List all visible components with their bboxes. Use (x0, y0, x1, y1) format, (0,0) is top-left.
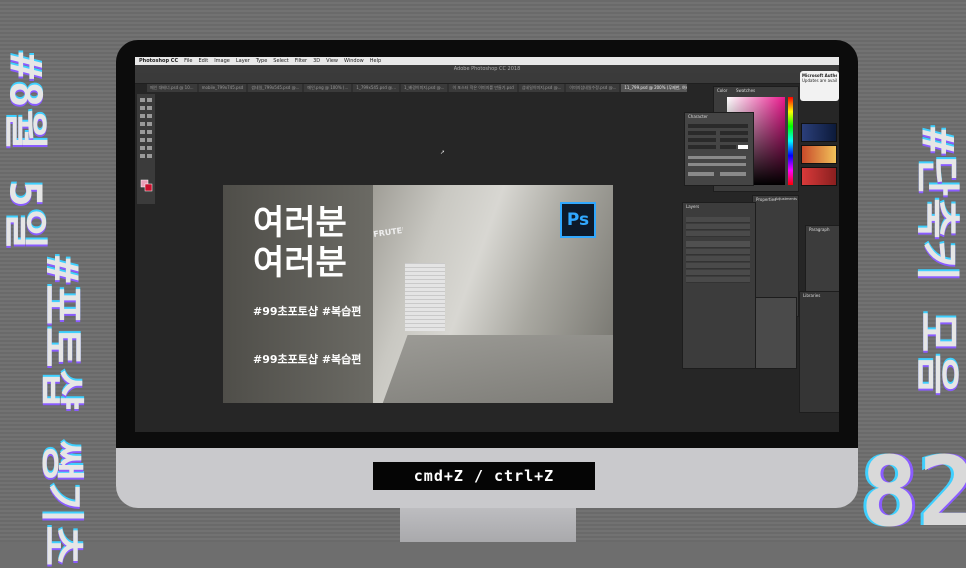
overlay-hashtag-basics: #포토샵 쌩기초 (35, 256, 87, 568)
document-tab[interactable]: mobile_799x745.psd (198, 84, 247, 92)
screen: Photoshop CC File Edit Image Layer Type … (135, 57, 839, 432)
canvas-sign: FRUTERIA (373, 225, 403, 237)
canvas-tag: #99초포토샵 #복습편 (253, 305, 362, 318)
properties-fields[interactable] (753, 297, 797, 369)
overlay-hashtag-date: #8월 5일 (0, 52, 51, 252)
menu-item-file[interactable]: File (184, 58, 192, 64)
layer-row[interactable] (686, 263, 750, 269)
layer-row[interactable] (686, 224, 750, 230)
document-tab[interactable]: 섬네일이미지.psd @... (518, 84, 565, 92)
menu-item-type[interactable]: Type (256, 58, 267, 64)
overlay-episode-number: 82 (860, 436, 966, 548)
menu-item-app[interactable]: Photoshop CC (139, 58, 178, 64)
menu-item-select[interactable]: Select (273, 58, 288, 64)
canvas-headline-line: 여러분 (253, 203, 347, 243)
menu-item-edit[interactable]: Edit (199, 58, 209, 64)
canvas-headline: 여러분 여러분 (253, 203, 347, 283)
document-tab[interactable]: 썸네일_799x545.psd @... (248, 84, 303, 92)
thumbnail[interactable] (801, 145, 837, 164)
desktop-thumbnails (801, 123, 837, 189)
hue-slider[interactable] (788, 97, 793, 185)
tools-panel[interactable] (137, 94, 155, 204)
canvas-headline-line: 여러분 (253, 243, 347, 283)
canvas-door (405, 263, 445, 331)
layer-row[interactable] (686, 256, 750, 262)
document-tab[interactable]: 메인 대배너.psd @ 10... (147, 84, 197, 92)
layer-row[interactable] (686, 217, 750, 223)
menu-item-filter[interactable]: Filter (295, 58, 307, 64)
libraries-tab[interactable]: Libraries (803, 293, 820, 298)
shortcut-caption: cmd+Z / ctrl+Z (373, 462, 595, 490)
layers-tab[interactable]: Layers (686, 204, 699, 209)
color-tab[interactable]: Color (717, 88, 727, 93)
layer-row[interactable] (686, 277, 750, 283)
swatches-tab[interactable]: Swatches (736, 88, 755, 93)
notification-body: Updates are available (802, 78, 837, 83)
notification[interactable]: Microsoft Authenticator Updates are avai… (800, 71, 839, 101)
monitor-stand (400, 508, 576, 542)
menu-item-3d[interactable]: 3D (313, 58, 320, 64)
options-bar[interactable] (135, 73, 839, 84)
canvas-sign-text: FRUTERIA (373, 225, 403, 237)
tool-icons[interactable] (137, 94, 155, 204)
adjustments-tab[interactable]: Adjustments (775, 197, 797, 201)
menu-bar: Photoshop CC File Edit Image Layer Type … (135, 57, 839, 65)
thumbnail[interactable] (801, 167, 837, 186)
document-canvas[interactable]: FRUTERIA 여러분 여러분 #99초포토샵 #복습편 #99초포토샵 #복… (223, 185, 613, 403)
menu-item-layer[interactable]: Layer (236, 58, 250, 64)
window-title: Adobe Photoshop CC 2018 (135, 65, 839, 73)
libraries-panel[interactable]: Libraries (799, 291, 839, 413)
menu-item-view[interactable]: View (326, 58, 338, 64)
paragraph-tab[interactable]: Paragraph (809, 227, 830, 232)
menu-item-window[interactable]: Window (344, 58, 364, 64)
properties-tab[interactable]: Properties (756, 197, 776, 202)
layers-panel[interactable]: Layers (682, 202, 756, 369)
menu-item-image[interactable]: Image (214, 58, 230, 64)
canvas-road (378, 335, 613, 403)
layer-row[interactable] (686, 241, 750, 248)
character-controls[interactable] (686, 122, 752, 182)
layer-row[interactable] (686, 249, 750, 255)
document-tab[interactable]: 1_799x545.psd @... (353, 84, 399, 92)
document-tab[interactable]: 메인.png @ 100% (... (304, 84, 352, 92)
menu-item-help[interactable]: Help (370, 58, 381, 64)
paragraph-panel[interactable]: Paragraph (805, 225, 839, 297)
document-tabs: 메인 대배너.psd @ 10... mobile_799x745.psd 썸네… (147, 84, 687, 92)
layer-row[interactable] (686, 270, 750, 276)
document-tab[interactable]: 1_배경이미지.psd @... (400, 84, 448, 92)
cursor-icon: ➚ (440, 149, 446, 156)
canvas-tag: #99초포토샵 #복습편 (253, 353, 362, 366)
photoshop-logo-icon: Ps (560, 202, 596, 238)
document-tab[interactable]: 이 포스터 작은 이미지를 만들기.psd (449, 84, 517, 92)
document-tab[interactable]: 이미지섬네일수정.psd @... (566, 84, 620, 92)
character-tab[interactable]: Character (688, 114, 708, 119)
document-tab-active[interactable]: 11_799.psd @ 200% (무제한, 여러분홍...) (621, 84, 687, 92)
layer-row[interactable] (686, 231, 750, 237)
character-panel[interactable]: Character (684, 112, 754, 186)
overlay-hashtag-shortcuts: #단축키 모음 (911, 127, 963, 397)
thumbnail[interactable] (801, 123, 837, 142)
